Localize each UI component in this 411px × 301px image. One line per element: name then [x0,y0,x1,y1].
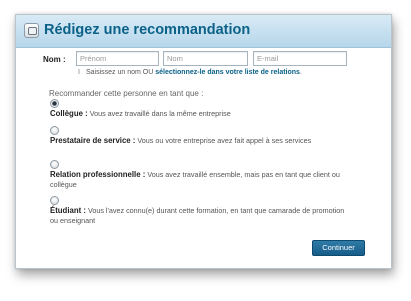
recommendation-icon [24,23,39,38]
first-name-input[interactable] [76,51,159,66]
hint-end: . [299,69,302,76]
recommendation-dialog: Rédigez une recommandation Nom : I Saisis… [15,14,392,269]
dialog-header: Rédigez une recommandation [16,15,391,48]
radio-student[interactable] [50,196,59,205]
option-student: Étudiant : Vous l'avez connu(e) durant c… [50,196,350,225]
name-hint: I Saisissez un nom OU sélectionnez-le dan… [78,69,302,76]
radio-service-provider[interactable] [50,126,59,135]
relationship-section-title: Recommander cette personne en tant que : [49,89,204,98]
radio-business-partner[interactable] [50,160,59,169]
hint-bar: I [78,69,80,76]
option-student-desc: Vous l'avez connu(e) durant cette format… [50,206,345,225]
option-colleague-desc: Vous avez travaillé dans la même entrepr… [89,109,231,118]
option-service-provider-desc: Vous ou votre entreprise avez fait appel… [137,136,312,145]
email-input[interactable] [253,51,347,66]
option-business-partner: Relation professionnelle : Vous avez tra… [50,160,350,189]
option-student-title: Étudiant : [50,206,86,215]
continue-button[interactable]: Continuer [312,240,365,256]
radio-colleague[interactable] [50,99,59,108]
option-service-provider: Prestataire de service : Vous ou votre e… [50,126,350,146]
option-colleague-title: Collègue : [50,109,88,118]
dialog-title: Rédigez une recommandation [44,22,251,38]
last-name-input[interactable] [163,51,248,66]
select-from-connections-link[interactable]: sélectionnez-le dans votre liste de rela… [155,69,300,76]
hint-text: Saisissez un nom OU [85,69,154,76]
option-colleague: Collègue : Vous avez travaillé dans la m… [50,99,350,119]
option-business-partner-title: Relation professionnelle : [50,170,146,179]
option-service-provider-title: Prestataire de service : [50,136,136,145]
name-label: Nom : [43,55,66,64]
